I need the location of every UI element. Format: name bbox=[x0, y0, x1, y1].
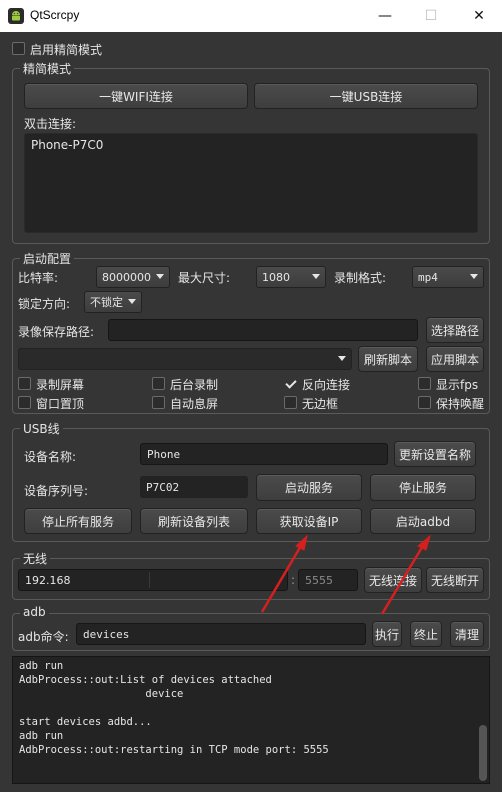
usb-group-title: USB线 bbox=[20, 420, 63, 437]
log-line: start devices adbd... bbox=[19, 716, 152, 728]
bitrate-select[interactable]: 8000000 bbox=[96, 266, 170, 288]
auto-screen-off-label: 自动息屏 bbox=[170, 397, 219, 411]
title-bar: QtScrcpy — ☐ ✕ bbox=[0, 0, 502, 32]
log-scrollbar[interactable] bbox=[479, 725, 487, 781]
reverse-connect-label: 反向连接 bbox=[302, 378, 351, 392]
start-config-group-title: 启动配置 bbox=[20, 250, 75, 267]
reverse-connect-checkbox[interactable] bbox=[284, 377, 297, 390]
terminate-button[interactable]: 终止 bbox=[410, 621, 442, 647]
background-record-checkbox[interactable] bbox=[152, 377, 165, 390]
chevron-down-icon bbox=[312, 274, 320, 279]
device-ip-value: 192.168 bbox=[25, 573, 71, 587]
select-path-button[interactable]: 选择路径 bbox=[426, 317, 484, 343]
wireless-connect-button[interactable]: 无线连接 bbox=[364, 567, 422, 593]
bitrate-value: 8000000 bbox=[102, 270, 151, 284]
lock-orientation-value: 不锁定 bbox=[90, 296, 123, 309]
close-button[interactable]: ✕ bbox=[456, 0, 502, 32]
usb-connect-button[interactable]: 一键USB连接 bbox=[254, 83, 478, 109]
device-list-item[interactable]: Phone-P7C0 bbox=[31, 138, 103, 152]
clear-button[interactable]: 清理 bbox=[450, 621, 484, 647]
record-format-select[interactable]: mp4 bbox=[412, 266, 484, 288]
maximize-button[interactable]: ☐ bbox=[408, 0, 454, 32]
always-on-top-checkbox[interactable] bbox=[18, 396, 31, 409]
auto-screen-off-checkbox[interactable] bbox=[152, 396, 165, 409]
device-name-input[interactable]: Phone bbox=[140, 443, 388, 465]
always-on-top-label: 窗口置顶 bbox=[36, 397, 85, 411]
refresh-script-button[interactable]: 刷新脚本 bbox=[358, 346, 418, 372]
wifi-connect-button[interactable]: 一键WIFI连接 bbox=[24, 83, 248, 109]
record-screen-label: 录制屏幕 bbox=[36, 378, 85, 392]
apply-script-button[interactable]: 应用脚本 bbox=[426, 346, 484, 372]
simple-mode-checkbox[interactable] bbox=[12, 42, 25, 55]
stay-awake-label: 保持唤醒 bbox=[436, 397, 485, 411]
minimize-button[interactable]: — bbox=[362, 0, 408, 32]
stay-awake-checkbox[interactable] bbox=[418, 396, 431, 409]
simple-mode-label: 启用精简模式 bbox=[30, 43, 103, 57]
log-line: adb run bbox=[19, 660, 64, 672]
record-format-label: 录制格式: bbox=[334, 271, 387, 285]
adb-command-input[interactable]: devices bbox=[76, 623, 366, 645]
double-click-label: 双击连接: bbox=[24, 117, 77, 131]
adb-command-label: adb命令: bbox=[18, 630, 69, 644]
refresh-devices-button[interactable]: 刷新设备列表 bbox=[140, 508, 248, 534]
log-line: device bbox=[19, 688, 184, 700]
log-output[interactable]: adb run AdbProcess::out:List of devices … bbox=[12, 656, 490, 784]
log-line: adb run bbox=[19, 730, 64, 742]
show-fps-label: 显示fps bbox=[436, 378, 479, 392]
chevron-down-icon bbox=[470, 274, 478, 279]
update-device-name-button[interactable]: 更新设置名称 bbox=[394, 441, 476, 467]
serial-label: 设备序列号: bbox=[24, 484, 89, 498]
wireless-disconnect-button[interactable]: 无线断开 bbox=[426, 567, 484, 593]
max-size-select[interactable]: 1080 bbox=[256, 266, 326, 288]
save-path-input[interactable] bbox=[108, 319, 418, 341]
device-name-label: 设备名称: bbox=[24, 450, 77, 464]
android-app-icon bbox=[8, 8, 24, 24]
start-service-button[interactable]: 启动服务 bbox=[256, 474, 362, 501]
device-ip-input[interactable]: 192.168 bbox=[18, 569, 288, 591]
port-input[interactable]: 5555 bbox=[298, 569, 358, 591]
bitrate-label: 比特率: bbox=[18, 271, 59, 285]
wireless-group-title: 无线 bbox=[20, 550, 51, 567]
chevron-down-icon bbox=[128, 299, 136, 304]
frameless-checkbox[interactable] bbox=[284, 396, 297, 409]
log-line: AdbProcess::out:List of devices attached bbox=[19, 674, 272, 686]
adb-group-title: adb bbox=[20, 605, 49, 619]
log-line: AdbProcess::out:restarting in TCP mode p… bbox=[19, 744, 329, 756]
background-record-label: 后台录制 bbox=[170, 378, 219, 392]
execute-button[interactable]: 执行 bbox=[372, 621, 402, 647]
stop-service-button[interactable]: 停止服务 bbox=[370, 474, 476, 501]
chevron-down-icon bbox=[338, 356, 346, 361]
script-select[interactable] bbox=[18, 348, 352, 370]
lock-orientation-select[interactable]: 不锁定 bbox=[84, 291, 142, 313]
serial-select[interactable]: P7C02 bbox=[140, 476, 248, 498]
save-path-label: 录像保存路径: bbox=[18, 325, 95, 339]
ip-port-separator: : bbox=[291, 573, 296, 587]
get-device-ip-button[interactable]: 获取设备IP bbox=[256, 508, 362, 534]
window-title: QtScrcpy bbox=[30, 8, 80, 22]
device-list[interactable]: Phone-P7C0 bbox=[24, 133, 478, 233]
frameless-label: 无边框 bbox=[302, 397, 339, 411]
show-fps-checkbox[interactable] bbox=[418, 377, 431, 390]
record-screen-checkbox[interactable] bbox=[18, 377, 31, 390]
record-format-value: mp4 bbox=[418, 270, 438, 284]
max-size-value: 1080 bbox=[262, 270, 290, 284]
max-size-label: 最大尺寸: bbox=[178, 271, 231, 285]
simple-mode-group-title: 精简模式 bbox=[20, 60, 75, 77]
start-adbd-button[interactable]: 启动adbd bbox=[370, 508, 476, 534]
serial-value: P7C02 bbox=[146, 480, 180, 494]
chevron-down-icon bbox=[156, 274, 164, 279]
stop-all-services-button[interactable]: 停止所有服务 bbox=[24, 508, 132, 534]
lock-orientation-label: 锁定方向: bbox=[18, 297, 71, 311]
